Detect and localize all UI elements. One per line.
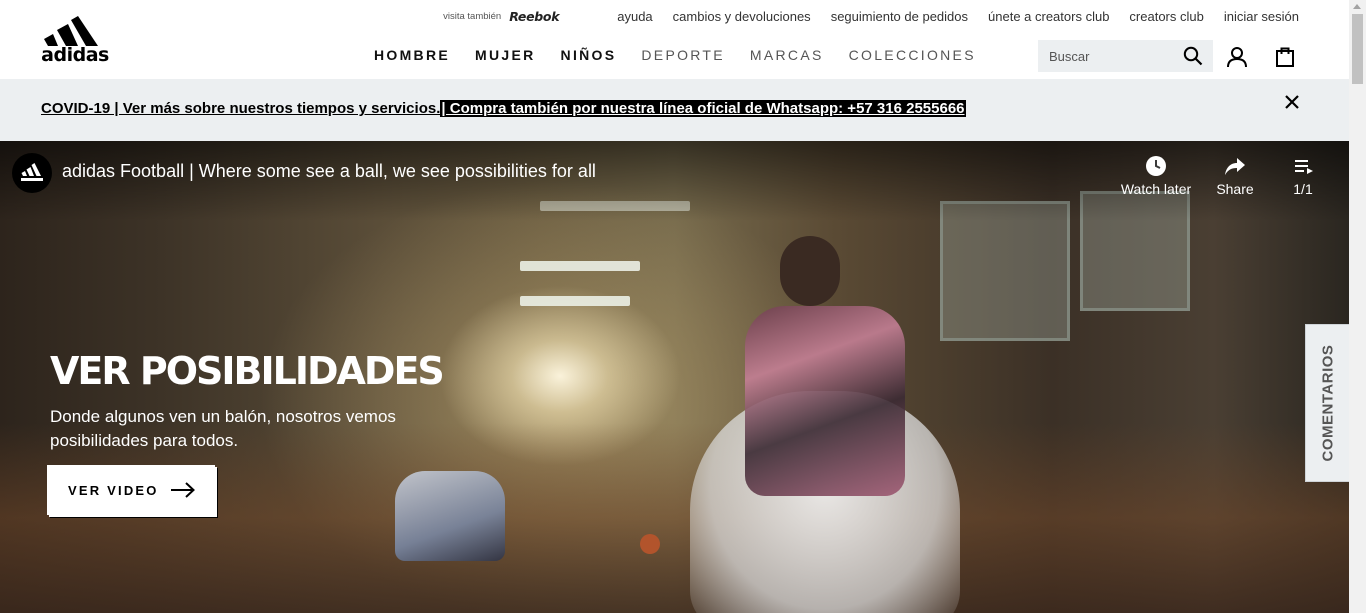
visit-also-label: visita también [443,10,502,22]
watch-later-label: Watch later [1120,181,1192,197]
scrollbar-thumb[interactable] [1352,14,1363,84]
video-title[interactable]: adidas Football | Where some see a ball,… [62,161,596,182]
user-icon[interactable] [1226,46,1248,68]
close-icon[interactable] [1283,93,1301,111]
nav-ninos[interactable]: NIÑOS [561,47,617,63]
sitting-child [395,471,505,561]
share-label: Share [1216,181,1254,197]
search-icon[interactable] [1183,46,1203,66]
login-link[interactable]: iniciar sesión [1224,9,1299,24]
join-creators-club-link[interactable]: únete a creators club [988,9,1109,24]
site-header: adidas visita también Reebok ayuda cambi… [0,0,1349,79]
nav-deporte[interactable]: DEPORTE [641,47,725,63]
banner-message: COVID-19 | Ver más sobre nuestros tiempo… [41,100,966,117]
feedback-label: COMENTARIOS [1319,344,1336,462]
channel-avatar[interactable] [12,153,52,193]
nav-colecciones[interactable]: COLECCIONES [849,47,976,63]
ceiling-light [520,296,630,306]
returns-link[interactable]: cambios y devoluciones [673,9,811,24]
nav-hombre[interactable]: HOMBRE [374,47,450,63]
covid-banner: COVID-19 | Ver más sobre nuestros tiempo… [0,79,1349,141]
feedback-tab[interactable]: COMENTARIOS [1305,324,1349,482]
running-child-head [780,236,840,306]
ball [640,534,660,554]
playlist-icon [1295,160,1313,174]
share-arrow-icon [1225,158,1245,175]
logo-text: adidas [41,44,109,66]
hero-subtitle: Donde algunos ven un balón, nosotros vem… [50,407,396,450]
watch-later-button[interactable]: Watch later [1116,155,1196,197]
hallway-window [940,201,1070,341]
help-link[interactable]: ayuda [617,9,652,24]
ceiling-light [520,261,640,271]
nav-mujer[interactable]: MUJER [475,47,536,63]
scroll-up-icon[interactable] [1353,4,1361,9]
creators-club-link[interactable]: creators club [1129,9,1203,24]
utility-links: visita también Reebok ayuda cambios y de… [443,8,1299,24]
hero-title: VER POSIBILIDADES [50,349,445,393]
covid-info-link[interactable]: COVID-19 | Ver más sobre nuestros tiempo… [41,100,440,117]
arrow-right-icon [171,482,195,498]
watch-video-label: VER VIDEO [68,483,159,498]
shopping-bag-icon[interactable] [1274,45,1296,67]
running-child-backpack [745,306,905,496]
adidas-stripes-icon [21,163,43,181]
adidas-logo[interactable]: adidas [40,16,110,66]
main-nav: HOMBRE MUJER NIÑOS DEPORTE MARCAS COLECC… [374,47,1001,63]
nav-marcas[interactable]: MARCAS [750,47,824,63]
search-input[interactable] [1038,40,1178,72]
adidas-stripes-icon [44,16,98,46]
page: adidas visita también Reebok ayuda cambi… [0,0,1366,613]
clock-icon [1146,156,1166,176]
hero-video[interactable]: adidas Football | Where some see a ball,… [0,141,1349,613]
whatsapp-link[interactable]: | Compra también por nuestra línea ofici… [440,100,966,117]
playlist-count: 1/1 [1293,181,1313,197]
order-tracking-link[interactable]: seguimiento de pedidos [831,9,968,24]
playlist-button[interactable]: 1/1 [1263,155,1343,197]
page-scrollbar[interactable] [1349,0,1366,613]
watch-video-button[interactable]: VER VIDEO [47,465,215,515]
reebok-link[interactable]: Reebok [509,9,559,24]
search-box [1038,40,1213,72]
